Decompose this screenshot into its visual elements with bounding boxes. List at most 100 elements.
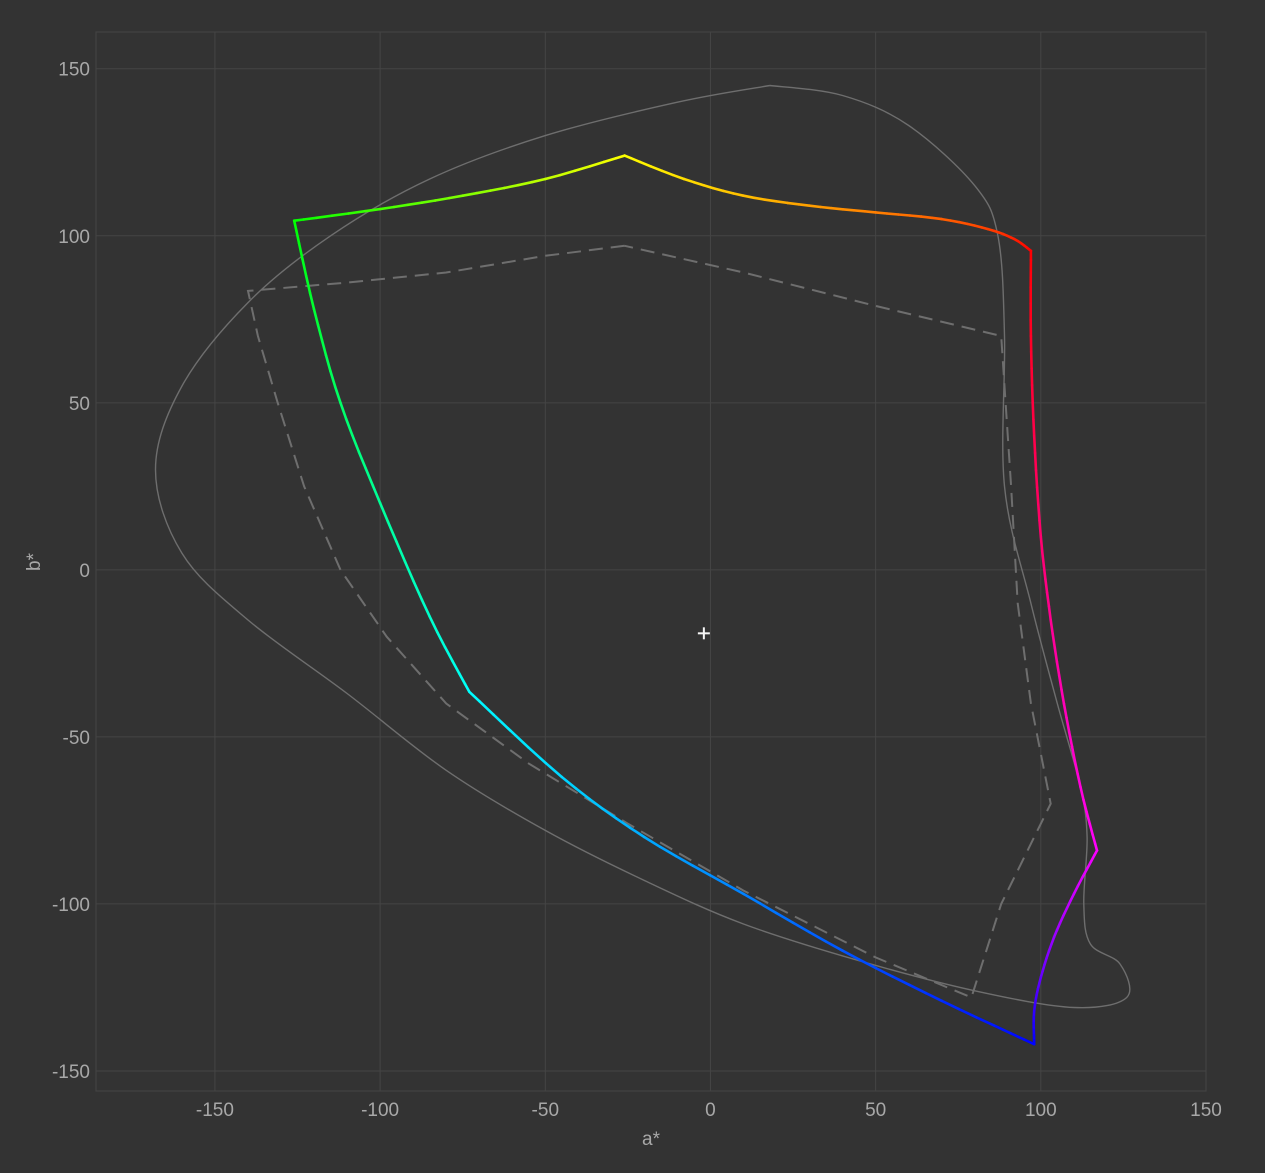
reference-locus-line: [156, 86, 1130, 1008]
gamut-boundary-line: [810, 932, 827, 941]
gamut-boundary-line: [673, 175, 684, 179]
gamut-boundary-line: [876, 212, 887, 213]
y-tick-label: 150: [58, 60, 90, 81]
gamut-boundary-line: [1024, 1040, 1034, 1045]
x-axis-title: a*: [642, 1129, 661, 1150]
y-tick-label: -100: [52, 895, 90, 916]
gamut-boundary-line: [1083, 800, 1086, 813]
gamut-boundary-line: [453, 661, 460, 673]
gamut-boundary-line: [560, 171, 575, 175]
gamut-boundary-line: [932, 218, 942, 219]
gamut-boundary-line: [310, 293, 314, 309]
gamut-boundary-line: [422, 201, 436, 203]
gamut-boundary-line: [603, 809, 616, 818]
gamut-boundary-line: [910, 216, 921, 217]
gamut-boundary-line: [1090, 824, 1093, 835]
plot-border: [96, 32, 1206, 1091]
gamut-boundary-line: [528, 747, 546, 763]
gamut-boundary-line: [793, 923, 810, 933]
gamut-boundary-line: [684, 179, 694, 182]
gamut-boundary-line: [854, 210, 865, 211]
gamut-boundary-line: [859, 960, 876, 969]
gamut-boundary-line: [1055, 648, 1057, 662]
gamut-boundary-line: [1033, 419, 1034, 436]
gamut-boundary-line: [575, 166, 590, 171]
gamut-boundary-line: [893, 977, 910, 985]
gamut-boundary-line: [994, 1026, 1010, 1034]
gamut-boundary-line: [1034, 436, 1035, 453]
gamut-boundary-line: [810, 206, 821, 207]
gamut-boundary-line: [1087, 812, 1090, 824]
marker-layer: [698, 627, 710, 639]
y-axis-title: b*: [24, 552, 45, 571]
gamut-boundary-line: [330, 371, 335, 387]
gamut-boundary-line: [1038, 504, 1039, 520]
gamut-boundary-line: [303, 259, 307, 276]
gamut-boundary-line: [294, 221, 296, 231]
gamut-boundary-line: [388, 522, 396, 542]
y-tick-label: 0: [79, 561, 90, 582]
gamut-boundary-line: [1075, 761, 1078, 775]
gamut-boundary-line: [314, 309, 318, 324]
gamut-boundary-line: [317, 216, 332, 218]
gamut-boundary-line: [1059, 676, 1061, 690]
gamut-boundary-line: [365, 209, 380, 211]
gamut-boundary-line: [1078, 878, 1082, 886]
gamut-boundary-line: [373, 486, 380, 504]
gamut-boundary-line: [341, 403, 347, 419]
gamut-boundary-line: [826, 942, 843, 951]
gamut-boundary-line: [1064, 704, 1067, 718]
gamut-boundary-line: [909, 985, 925, 993]
gamut-boundary-line: [977, 1017, 995, 1025]
gamut-boundary-line: [1032, 368, 1033, 385]
gamut-boundary-line: [640, 162, 651, 166]
y-tick-label: 100: [58, 227, 90, 248]
gamut-boundary-line: [744, 196, 755, 198]
gamut-boundary-line: [477, 191, 491, 194]
gamut-boundary-line: [318, 325, 322, 340]
gamut-boundary-line: [1078, 774, 1081, 787]
gamut-boundary-line: [1067, 718, 1070, 733]
gamut-boundary-line: [1062, 690, 1064, 704]
gamut-boundary-line: [322, 340, 326, 356]
gamut-boundary-line: [545, 175, 559, 179]
gamut-boundary-line: [366, 468, 373, 485]
gamut-boundary-line: [733, 193, 743, 195]
gamut-boundary-line: [1032, 385, 1033, 402]
gamut-boundary-line: [1093, 835, 1096, 844]
gamut-boundary-line: [821, 207, 832, 208]
gamut-boundary-line: [1081, 787, 1084, 800]
gamut-boundary-line: [430, 617, 438, 633]
gamut-boundary-line: [510, 731, 528, 748]
grid-layer: [96, 32, 1206, 1091]
gamut-boundary-line: [832, 208, 843, 209]
gamut-boundary-line: [394, 205, 408, 207]
x-tick-labels: -150-100-50050100150: [196, 1100, 1222, 1121]
gamut-boundary-line: [335, 387, 340, 403]
x-tick-label: 50: [865, 1100, 886, 1121]
gamut-boundary-line: [604, 158, 616, 162]
gamut-boundary-line: [1057, 662, 1059, 676]
chart-svg: -150-100-50050100150 -150-100-5005010015…: [0, 0, 1265, 1168]
gamut-boundary-line: [1042, 551, 1044, 565]
gamut-boundary-line: [754, 198, 765, 200]
gamut-boundary-line: [631, 158, 640, 162]
gamut-boundary-line: [1049, 606, 1051, 620]
gamut-boundary-line: [926, 993, 942, 1001]
gamut-boundary-line: [352, 435, 359, 452]
x-tick-label: 100: [1025, 1100, 1057, 1121]
gamut-boundary-line: [787, 203, 798, 204]
gamut-boundary-line: [332, 214, 349, 216]
gamut-boundary-line: [694, 182, 704, 185]
gamut-boundary-line: [408, 203, 422, 205]
y-tick-label: -150: [52, 1062, 90, 1083]
gamut-boundary-line: [396, 541, 405, 561]
gamut-boundary-line: [422, 600, 430, 617]
gamut-layer: [294, 156, 1097, 1045]
gamut-boundary-line: [590, 162, 604, 166]
gamut-boundary-line: [349, 211, 366, 213]
gamut-boundary-line: [843, 209, 854, 210]
gamut-boundary-line: [469, 692, 479, 702]
gamut-boundary-line: [306, 276, 310, 293]
gamut-boundary-line: [445, 647, 453, 661]
